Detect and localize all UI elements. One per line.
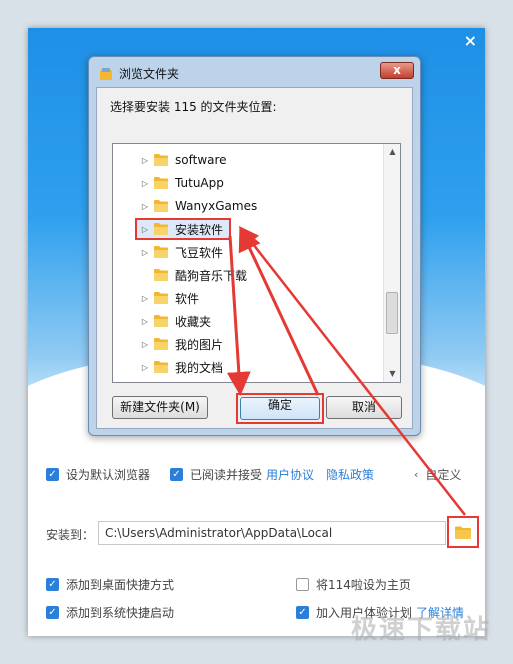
scroll-down-icon[interactable]: ▼ bbox=[385, 366, 400, 382]
default-browser-label: 设为默认浏览器 bbox=[66, 468, 151, 482]
tree-item[interactable]: ▷ 收藏夹 bbox=[137, 310, 211, 332]
ok-button[interactable]: 确定 bbox=[240, 397, 320, 420]
tree-item[interactable]: ▷ 我的图片 bbox=[137, 333, 223, 355]
desktop-shortcut-option[interactable]: ✓ 添加到桌面快捷方式 bbox=[46, 576, 174, 593]
custom-label: 自定义 bbox=[425, 468, 462, 482]
quick-launch-option[interactable]: ✓ 添加到系统快捷启动 bbox=[46, 604, 174, 621]
homepage-option[interactable]: 将114啦设为主页 bbox=[296, 576, 411, 593]
tree-item-label: 酷狗音乐下载 bbox=[175, 268, 248, 283]
tree-item-label: 安装软件 bbox=[175, 222, 224, 237]
new-folder-button[interactable]: 新建文件夹(M) bbox=[112, 396, 208, 419]
scroll-thumb[interactable] bbox=[386, 292, 398, 334]
agreement-option[interactable]: ✓ 已阅读并接受 用户协议 隐私政策 bbox=[170, 466, 374, 483]
tree-item-label: 飞豆软件 bbox=[175, 245, 224, 260]
browse-folder-dialog: 浏览文件夹 x 选择要安装 115 的文件夹位置: ▷ software ▷ Tutu… bbox=[88, 56, 421, 436]
folder-icon bbox=[154, 361, 168, 373]
tree-item[interactable]: ▷ WanyxGames bbox=[137, 195, 257, 217]
tree-item-label: software bbox=[175, 153, 227, 167]
homepage-label: 将114啦设为主页 bbox=[316, 578, 411, 592]
folder-icon bbox=[154, 292, 168, 304]
ok-button-highlight[interactable]: 确定 bbox=[236, 393, 324, 424]
tree-item[interactable]: ▷ 我的文档 bbox=[137, 356, 223, 378]
tree-item-label: 我的文档 bbox=[175, 360, 224, 375]
folder-browse-icon bbox=[100, 67, 112, 80]
watermark: 极速下载站 bbox=[350, 615, 491, 645]
expand-arrow-icon[interactable]: ▷ bbox=[137, 248, 153, 257]
tree-item[interactable]: ▷ TutuApp bbox=[137, 172, 224, 194]
expand-arrow-icon[interactable]: ▷ bbox=[137, 363, 153, 372]
tree-item[interactable]: ▷ 飞豆软件 bbox=[137, 241, 223, 263]
folder-icon bbox=[154, 154, 168, 166]
install-to-label: 安装到： bbox=[46, 528, 95, 542]
default-browser-option[interactable]: ✓ 设为默认浏览器 bbox=[46, 466, 150, 483]
folder-icon bbox=[154, 200, 168, 212]
folder-icon bbox=[154, 315, 168, 327]
tree-item-selected[interactable]: ▷ 安装软件 bbox=[135, 218, 232, 240]
folder-icon bbox=[154, 246, 168, 258]
folder-tree[interactable]: ▷ software ▷ TutuApp ▷ WanyxGames ▷ 安装软件 ▷ 飞豆软件酷狗… bbox=[112, 143, 401, 383]
privacy-policy-link[interactable]: 隐私政策 bbox=[326, 466, 374, 483]
custom-chevron-icon: ‹ bbox=[414, 468, 419, 481]
tree-scrollbar[interactable]: ▲ ▼ bbox=[383, 144, 400, 382]
folder-icon bbox=[154, 223, 168, 235]
expand-arrow-icon[interactable]: ▷ bbox=[137, 202, 153, 211]
ux-program-checkbox[interactable]: ✓ bbox=[296, 606, 309, 619]
tree-item[interactable]: ▷ 软件 bbox=[137, 287, 199, 309]
expand-arrow-icon[interactable]: ▷ bbox=[137, 179, 153, 188]
browse-folder-button[interactable] bbox=[447, 516, 479, 548]
dialog-close-button[interactable]: x bbox=[380, 62, 414, 79]
tree-item-label: WanyxGames bbox=[175, 199, 258, 213]
agree-checkbox[interactable]: ✓ bbox=[170, 468, 183, 481]
desktop-shortcut-label: 添加到桌面快捷方式 bbox=[66, 578, 175, 592]
scroll-up-icon[interactable]: ▲ bbox=[385, 144, 400, 160]
quick-launch-checkbox[interactable]: ✓ bbox=[46, 606, 59, 619]
expand-arrow-icon[interactable]: ▷ bbox=[137, 156, 153, 165]
agree-label: 已阅读并接受 bbox=[190, 468, 263, 482]
folder-icon bbox=[154, 177, 168, 189]
folder-icon bbox=[154, 269, 168, 281]
tree-item[interactable]: 酷狗音乐下载 bbox=[137, 264, 247, 286]
user-agreement-link[interactable]: 用户协议 bbox=[266, 466, 314, 483]
tree-item-label: TutuApp bbox=[175, 176, 224, 190]
tree-item-label: 收藏夹 bbox=[175, 314, 212, 329]
cancel-button[interactable]: 取消 bbox=[326, 396, 402, 419]
install-path-field[interactable]: C:\Users\Administrator\AppData\Local bbox=[98, 521, 446, 545]
tree-item[interactable]: ▷ software bbox=[137, 149, 227, 171]
dialog-client-area: 选择要安装 115 的文件夹位置: ▷ software ▷ TutuApp ▷ Wany… bbox=[96, 87, 413, 429]
custom-toggle[interactable]: ‹ 自定义 bbox=[414, 466, 461, 483]
default-browser-checkbox[interactable]: ✓ bbox=[46, 468, 59, 481]
quick-launch-label: 添加到系统快捷启动 bbox=[66, 606, 175, 620]
expand-arrow-icon[interactable]: ▷ bbox=[137, 294, 153, 303]
folder-icon bbox=[154, 338, 168, 350]
dialog-prompt: 选择要安装 115 的文件夹位置: bbox=[110, 100, 277, 114]
installer-close-button[interactable]: × bbox=[464, 32, 477, 50]
expand-arrow-icon[interactable]: ▷ bbox=[137, 317, 153, 326]
homepage-checkbox[interactable] bbox=[296, 578, 309, 591]
desktop-shortcut-checkbox[interactable]: ✓ bbox=[46, 578, 59, 591]
dialog-title: 浏览文件夹 bbox=[119, 67, 180, 81]
dialog-title-bar: 浏览文件夹 bbox=[99, 65, 179, 82]
folder-icon bbox=[455, 526, 471, 539]
tree-item-label: 我的图片 bbox=[175, 337, 224, 352]
expand-arrow-icon[interactable]: ▷ bbox=[137, 225, 153, 234]
expand-arrow-icon[interactable]: ▷ bbox=[137, 340, 153, 349]
tree-item-label: 软件 bbox=[175, 291, 200, 306]
